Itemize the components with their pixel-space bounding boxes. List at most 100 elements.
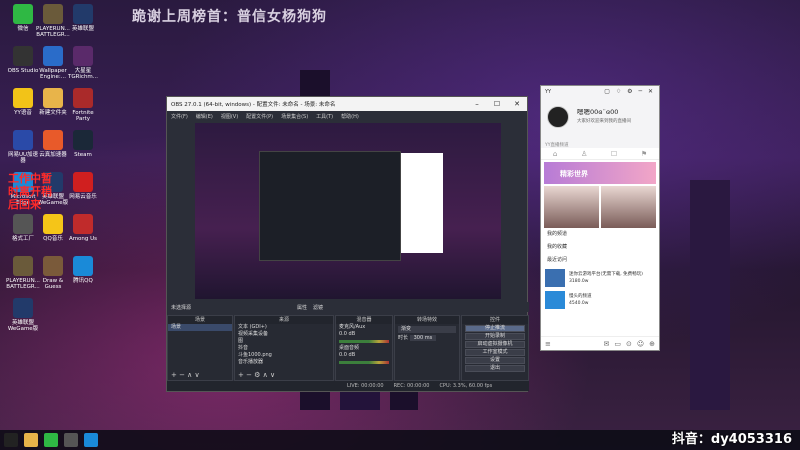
wechat-icon[interactable] bbox=[44, 433, 58, 447]
stop-streaming-button[interactable]: 停止推流 bbox=[465, 325, 525, 332]
source-item[interactable]: 视频采集设备 bbox=[235, 331, 333, 338]
windows-start-icon[interactable] bbox=[4, 433, 18, 447]
desktop-icon[interactable]: Among Us bbox=[66, 214, 100, 242]
desktop-icon[interactable]: 新建文件夹 bbox=[36, 88, 70, 116]
source-item[interactable]: 图 bbox=[235, 338, 333, 345]
maximize-icon[interactable]: ☐ bbox=[487, 100, 507, 108]
source-item[interactable]: 文本 (GDI+) bbox=[235, 324, 333, 331]
menu-help[interactable]: 帮助(H) bbox=[341, 113, 359, 120]
sources-dock: 来源 文本 (GDI+) 视频采集设备 图 抖音 斗鱼1000.png 音乐播放… bbox=[234, 315, 334, 381]
my-channels-item[interactable]: 我的频道 bbox=[541, 228, 659, 241]
menu-view[interactable]: 视图(V) bbox=[221, 113, 238, 120]
desktop-icon[interactable]: 大星星 TGRichm... bbox=[66, 46, 100, 80]
desktop-icon-label: PLAYERUN... BATTLEGR... bbox=[36, 26, 70, 39]
transitions-dock: 转场特效 渐变 时长 300 ms bbox=[394, 315, 460, 381]
desktop-icon[interactable]: QQ音乐 bbox=[36, 214, 70, 242]
live-channel-item[interactable]: 慢头的频道 4540.0w bbox=[541, 289, 659, 311]
desktop-icon[interactable]: OBS Studio bbox=[6, 46, 40, 74]
desktop-icon[interactable]: Steam bbox=[66, 130, 100, 158]
scene-add-icon[interactable]: + − ∧ ∨ bbox=[171, 371, 200, 379]
source-item[interactable]: 音乐播放器 bbox=[235, 359, 333, 366]
duration-input[interactable]: 300 ms bbox=[409, 335, 437, 341]
desktop-icon-label: Draw & Guess bbox=[42, 278, 64, 291]
menu-scene-collection[interactable]: 场景集合(S) bbox=[281, 113, 308, 120]
source-item[interactable]: 斗鱼1000.png bbox=[235, 352, 333, 359]
desktop-icon[interactable]: 微信 bbox=[6, 4, 40, 32]
desktop-icon[interactable]: 格式工厂 bbox=[6, 214, 40, 242]
app-icon bbox=[13, 46, 33, 66]
emoji-icon[interactable]: ☺ bbox=[637, 340, 644, 348]
desktop-icon[interactable]: 云真加速器 bbox=[36, 130, 70, 158]
live-count: 3180.0w bbox=[569, 279, 589, 284]
app-icon bbox=[13, 88, 33, 108]
rec-time: REC: 00:00:00 bbox=[393, 383, 430, 389]
app-icon bbox=[43, 88, 63, 108]
app-icon bbox=[73, 130, 93, 150]
menu-file[interactable]: 文件(F) bbox=[171, 113, 188, 120]
desktop-icon[interactable]: PLAYERUN... BATTLEGR... bbox=[36, 4, 70, 38]
start-recording-button[interactable]: 开始录制 bbox=[465, 333, 525, 340]
mixer-header: 混音器 bbox=[336, 316, 392, 324]
home-icon[interactable]: ⌂ bbox=[553, 150, 557, 158]
minimize-icon[interactable]: – bbox=[467, 100, 487, 108]
yy-window-controls[interactable]: ▢ ♢ ⚙ ─ ✕ bbox=[604, 88, 655, 95]
yy-promo-banner[interactable]: 精彩世界 bbox=[544, 162, 656, 184]
menu-profile[interactable]: 配置文件(P) bbox=[246, 113, 273, 120]
channel-icon[interactable]: ☐ bbox=[611, 150, 617, 158]
desktop-icon[interactable]: Draw & Guess bbox=[36, 256, 70, 290]
live-channel-item[interactable]: 迷你云游戏平台(无需下载, 免费畅玩) 3180.0w bbox=[541, 267, 659, 289]
transition-select[interactable]: 渐变 bbox=[398, 326, 456, 333]
desktop-icon[interactable]: 网易云音乐 bbox=[66, 172, 100, 200]
desktop-icon[interactable]: 腾讯QQ bbox=[66, 256, 100, 284]
file-explorer-icon[interactable] bbox=[24, 433, 38, 447]
desktop-icon[interactable]: 英雄联盟 bbox=[66, 4, 100, 32]
settings-button[interactable]: 设置 bbox=[465, 357, 525, 364]
desktop-icon[interactable]: Wallpaper Engine:... bbox=[36, 46, 70, 80]
scene-item[interactable]: 场景 bbox=[168, 324, 232, 331]
menu-icon[interactable]: ≡ bbox=[545, 340, 551, 348]
edge-icon[interactable] bbox=[84, 433, 98, 447]
desktop-icon-label: 网易UU加速器 bbox=[7, 152, 39, 165]
sources-header: 来源 bbox=[235, 316, 333, 324]
record-icon[interactable]: ⊙ bbox=[626, 340, 632, 348]
window-icon[interactable]: ▭ bbox=[614, 340, 621, 348]
close-icon[interactable]: ✕ bbox=[507, 100, 527, 108]
desktop-icon[interactable]: 英雄联盟 WeGame版 bbox=[6, 298, 40, 332]
app-icon bbox=[43, 256, 63, 276]
message-icon[interactable]: ✉ bbox=[603, 340, 609, 348]
desktop-icon-label: Fortnite Party bbox=[72, 110, 94, 123]
studio-mode-button[interactable]: 工作室模式 bbox=[465, 349, 525, 356]
properties-button[interactable]: 属性 bbox=[297, 304, 307, 311]
search-icon[interactable]: ⊕ bbox=[649, 340, 655, 348]
obs-preview-canvas[interactable] bbox=[195, 123, 501, 299]
menu-tools[interactable]: 工具(T) bbox=[316, 113, 333, 120]
desktop-icon[interactable]: PLAYERUN... BATTLEGR... bbox=[6, 256, 40, 290]
filters-button[interactable]: 滤镜 bbox=[313, 304, 323, 311]
yy-photo-grid[interactable] bbox=[544, 186, 656, 228]
exit-button[interactable]: 退出 bbox=[465, 365, 525, 372]
obs-icon[interactable] bbox=[64, 433, 78, 447]
app-icon bbox=[43, 4, 63, 24]
yy-signature[interactable]: 大家好欢迎来到我的直播间 bbox=[577, 118, 631, 124]
desktop-icon-label: 英雄联盟 bbox=[71, 26, 94, 32]
mic-volume-meter[interactable] bbox=[339, 340, 389, 343]
cpu-fps: CPU: 3.3%, 60.00 fps bbox=[439, 383, 493, 389]
notice-icon[interactable]: ⚑ bbox=[641, 150, 647, 158]
avatar[interactable] bbox=[547, 106, 569, 128]
desktop-icon-label: 格式工厂 bbox=[11, 236, 34, 242]
source-item[interactable]: 抖音 bbox=[235, 345, 333, 352]
desktop-volume-meter[interactable] bbox=[339, 361, 389, 364]
live-time: LIVE: 00:00:00 bbox=[347, 383, 384, 389]
contacts-icon[interactable]: ♙ bbox=[581, 150, 587, 158]
desktop-audio-db: 0.0 dB bbox=[339, 352, 356, 358]
menu-edit[interactable]: 编辑(E) bbox=[196, 113, 213, 120]
source-add-icon[interactable]: + − ⚙ ∧ ∨ bbox=[238, 371, 275, 379]
desktop-icon[interactable]: YY语音 bbox=[6, 88, 40, 116]
virtual-camera-button[interactable]: 启动虚拟摄像机 bbox=[465, 341, 525, 348]
desktop-icon[interactable]: Fortnite Party bbox=[66, 88, 100, 122]
desktop-icon[interactable]: 网易UU加速器 bbox=[6, 130, 40, 164]
live-title: 迷你云游戏平台(无需下载, 免费畅玩) bbox=[569, 272, 643, 277]
my-favorites-item[interactable]: 我的收藏 bbox=[541, 241, 659, 254]
mic-channel-db: 0.0 dB bbox=[339, 331, 356, 337]
recent-visits-item[interactable]: 最近访问 bbox=[541, 254, 659, 267]
